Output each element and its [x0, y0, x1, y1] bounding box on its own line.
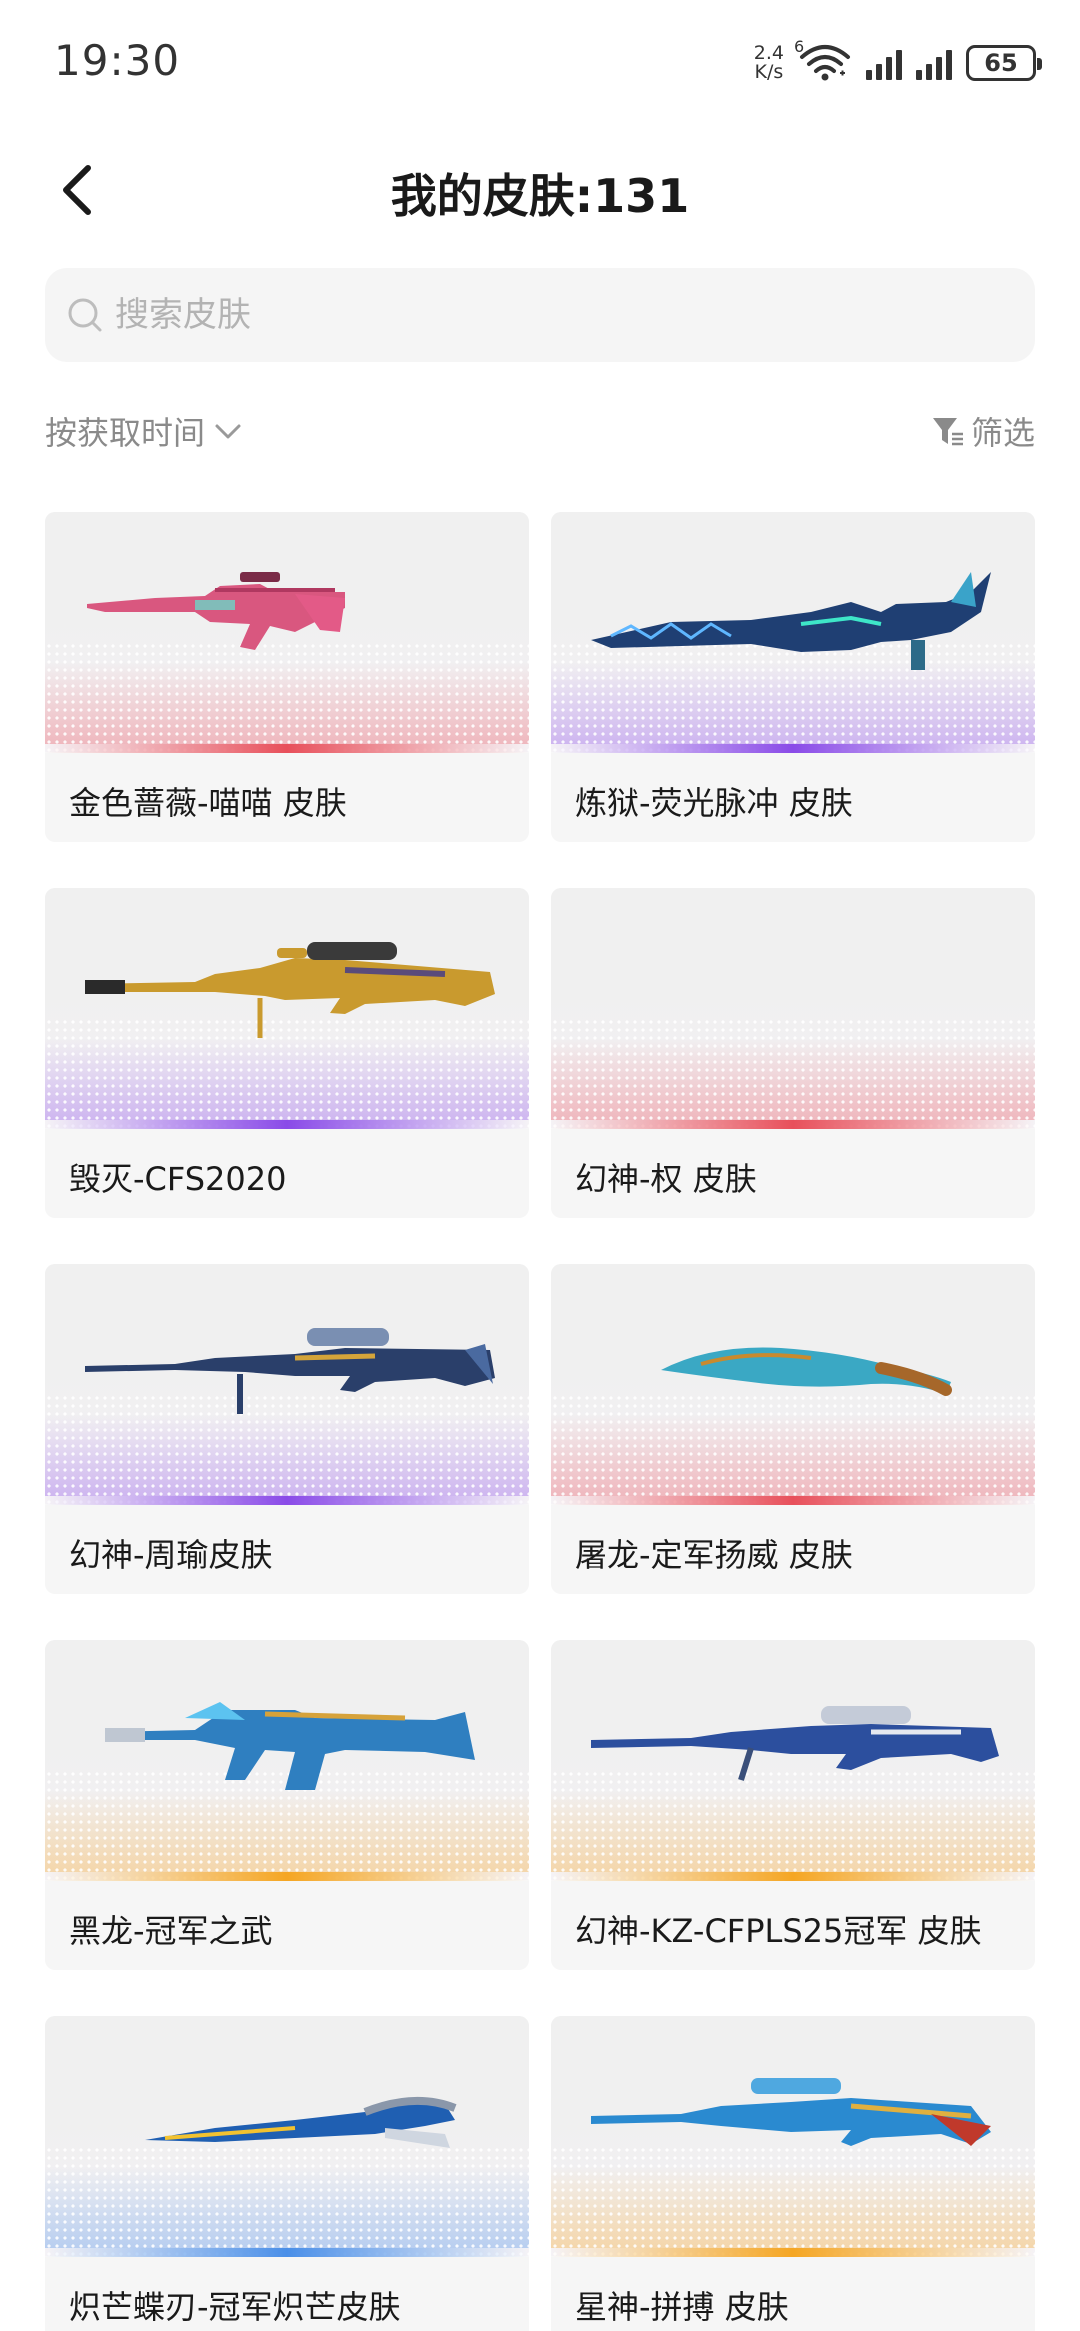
weapon-illustration: [591, 2078, 991, 2146]
skin-image: [551, 2016, 1035, 2256]
weapon-illustration: [591, 572, 991, 670]
skin-card[interactable]: 幻神-周瑜皮肤: [45, 1264, 529, 1594]
weapon-illustration: [661, 1347, 952, 1396]
skin-name: 毁灭-CFS2020: [69, 1160, 287, 1198]
weapon-illustration: [85, 942, 495, 1038]
rarity-bar: [551, 744, 1035, 753]
rarity-bar: [45, 2248, 529, 2257]
skin-image: [45, 2016, 529, 2256]
skin-card[interactable]: 炼狱-荧光脉冲 皮肤: [551, 512, 1035, 842]
battery-level: 65: [984, 49, 1018, 77]
filter-button[interactable]: 筛选: [931, 408, 1035, 454]
skin-card[interactable]: 黑龙-冠军之武: [45, 1640, 529, 1970]
signal-icon-1: [866, 46, 902, 80]
skin-card[interactable]: 星神-拼搏 皮肤: [551, 2016, 1035, 2331]
rarity-bar: [45, 744, 529, 753]
search-icon: [68, 298, 102, 332]
network-speed: 2.4 K/s: [754, 44, 784, 82]
rarity-bar: [551, 1872, 1035, 1881]
rarity-bar: [551, 2248, 1035, 2257]
search-input[interactable]: [115, 295, 995, 335]
weapon-illustration: [551, 888, 1035, 1128]
wifi-icon: 6: [794, 37, 852, 83]
skin-card[interactable]: 幻神-权 皮肤: [551, 888, 1035, 1218]
skin-image: [45, 512, 529, 752]
skin-card[interactable]: 炽芒蝶刃-冠军炽芒皮肤: [45, 2016, 529, 2331]
skin-card[interactable]: 金色蔷薇-喵喵 皮肤: [45, 512, 529, 842]
weapon-illustration: [145, 2096, 457, 2148]
skin-name: 幻神-周瑜皮肤: [69, 1536, 273, 1574]
skin-name: 炽芒蝶刃-冠军炽芒皮肤: [69, 2288, 401, 2326]
skin-card[interactable]: 毁灭-CFS2020: [45, 888, 529, 1218]
filter-label: 筛选: [970, 414, 1035, 452]
page-title: 我的皮肤:131: [390, 169, 690, 223]
weapon-illustration: [85, 1328, 495, 1414]
skin-name: 金色蔷薇-喵喵 皮肤: [69, 784, 347, 822]
skin-name: 星神-拼搏 皮肤: [575, 2288, 789, 2326]
signal-icon-2: [916, 46, 952, 80]
skin-name: 屠龙-定军扬威 皮肤: [575, 1536, 853, 1574]
toolbar: 按获取时间 筛选: [45, 400, 1035, 460]
wifi-badge: 6: [794, 37, 805, 56]
sort-label: 按获取时间: [45, 414, 206, 452]
status-time: 19:30: [54, 36, 181, 85]
network-speed-unit: K/s: [754, 61, 784, 83]
weapon-illustration: [591, 1706, 999, 1781]
weapon-illustration: [105, 1702, 475, 1790]
skin-image: [45, 1640, 529, 1880]
chevron-down-icon: [215, 424, 241, 439]
skin-image: [45, 888, 529, 1128]
status-bar: 19:30 2.4 K/s 6 65: [0, 0, 1080, 120]
skin-name: 幻神-权 皮肤: [575, 1160, 757, 1198]
rarity-bar: [45, 1120, 529, 1129]
skin-grid: 金色蔷薇-喵喵 皮肤 炼狱-荧光脉冲 皮肤 毁灭-CFS2020 幻神-权 皮肤 …: [45, 512, 1035, 2331]
skin-image: [551, 1264, 1035, 1504]
battery-icon: 65: [966, 45, 1042, 81]
rarity-bar: [45, 1496, 529, 1505]
skin-image: [45, 1264, 529, 1504]
status-icons: 2.4 K/s 6 65: [754, 37, 1042, 88]
skin-image: [551, 888, 1035, 1128]
skin-image: [551, 1640, 1035, 1880]
skin-card[interactable]: 幻神-KZ-CFPLS25冠军 皮肤: [551, 1640, 1035, 1970]
filter-icon: [932, 418, 963, 446]
search-bar[interactable]: [45, 268, 1035, 362]
skin-card[interactable]: 屠龙-定军扬威 皮肤: [551, 1264, 1035, 1594]
rarity-bar: [551, 1120, 1035, 1129]
header: 我的皮肤:131: [0, 130, 1080, 250]
skin-name: 炼狱-荧光脉冲 皮肤: [575, 784, 853, 822]
skin-image: [551, 512, 1035, 752]
sort-dropdown[interactable]: 按获取时间: [45, 408, 243, 454]
skin-name: 幻神-KZ-CFPLS25冠军 皮肤: [575, 1912, 982, 1950]
weapon-illustration: [87, 572, 345, 650]
skin-name: 黑龙-冠军之武: [69, 1912, 273, 1950]
rarity-bar: [45, 1872, 529, 1881]
rarity-bar: [551, 1496, 1035, 1505]
